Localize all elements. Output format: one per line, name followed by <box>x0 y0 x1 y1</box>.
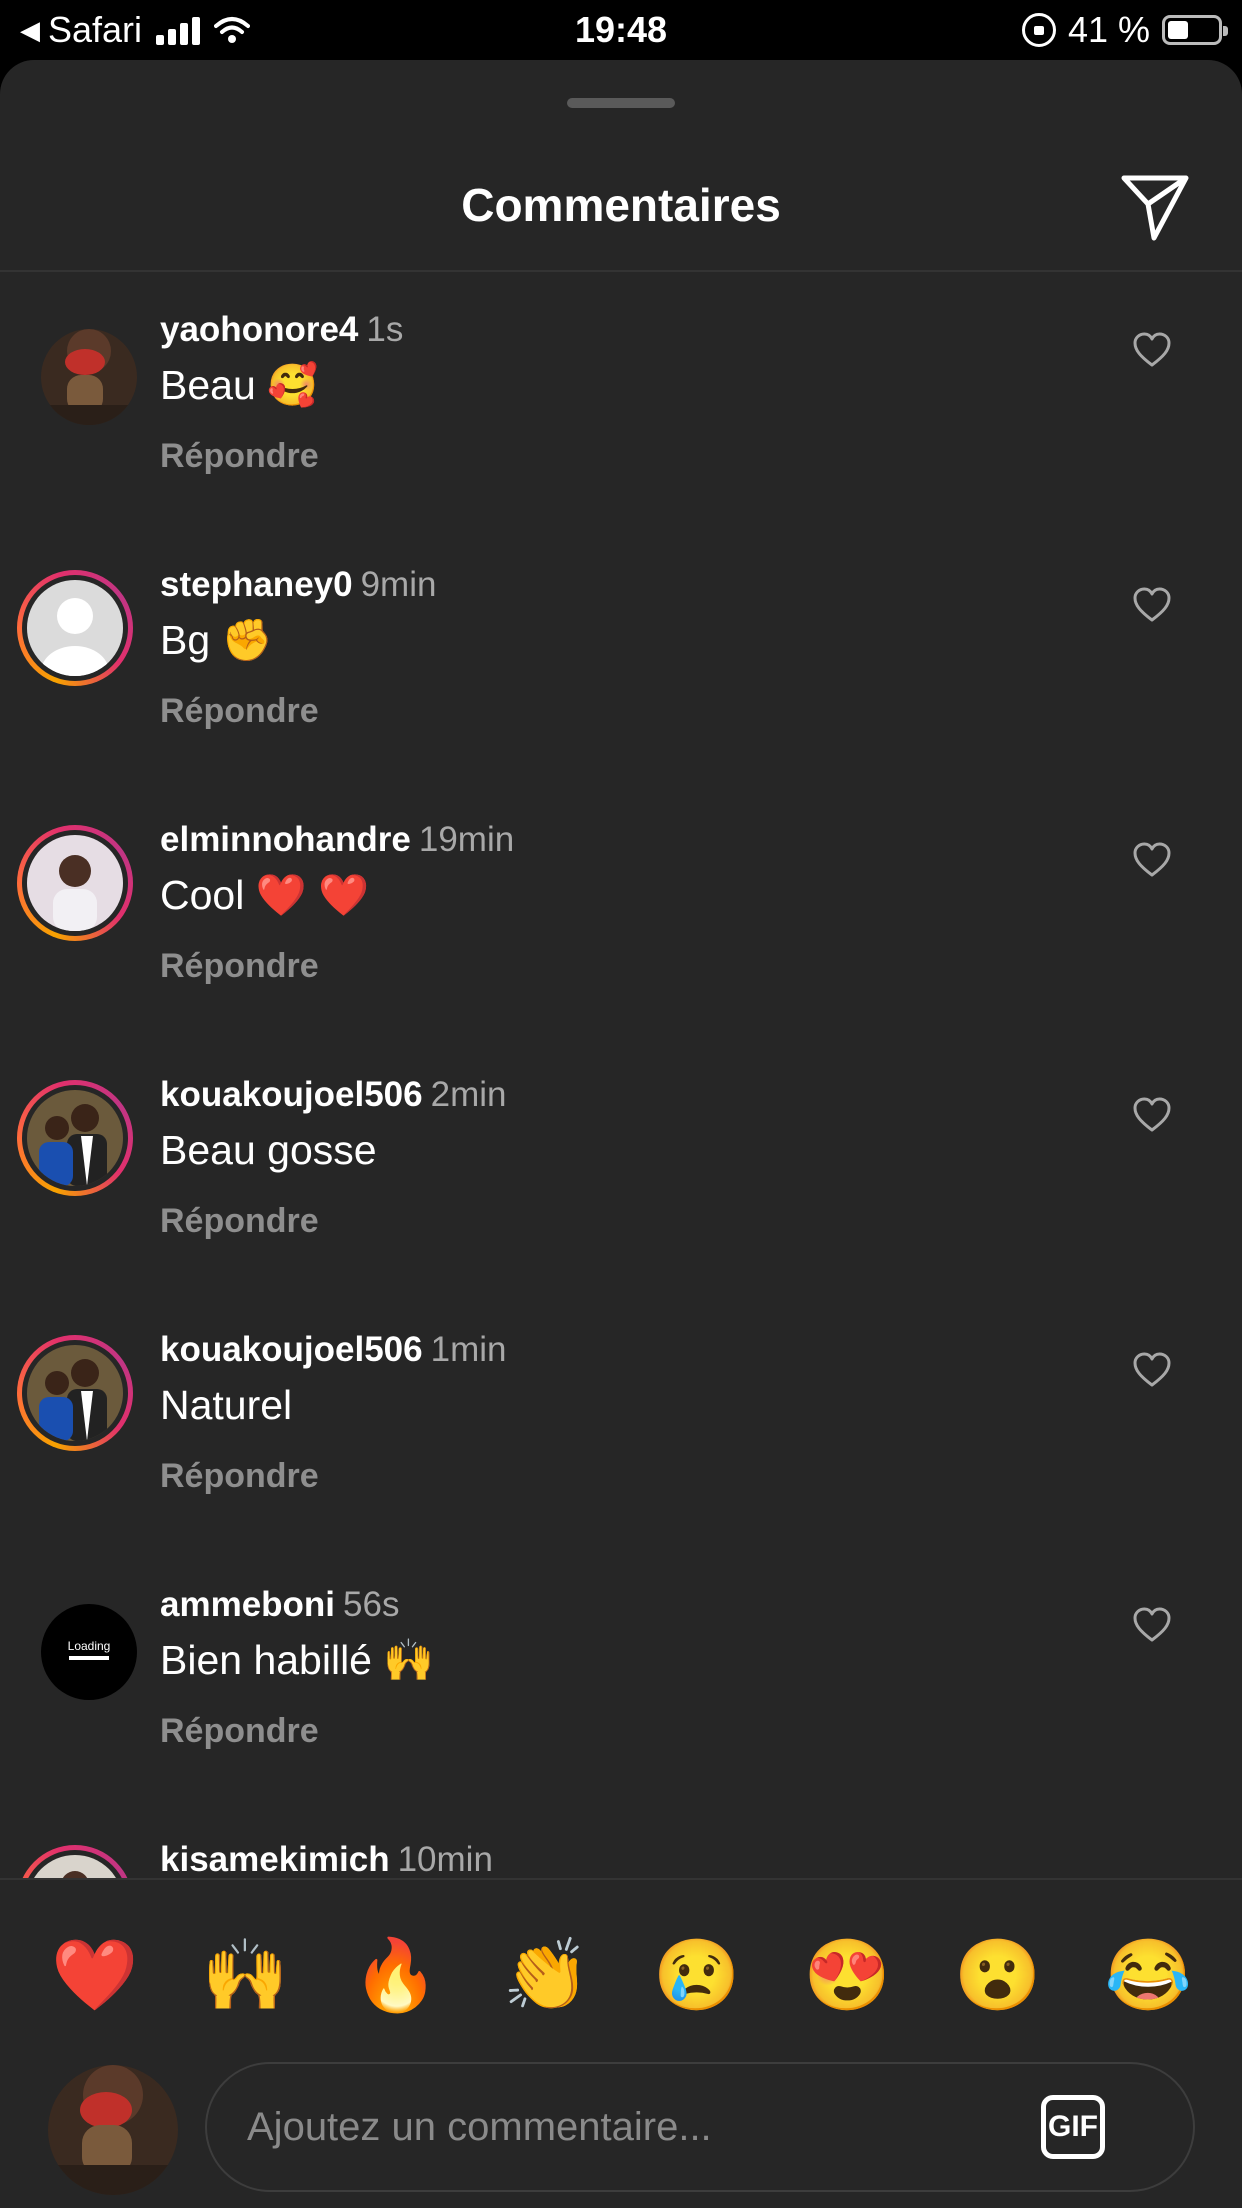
comment-time: 56s <box>343 1585 400 1624</box>
heart-icon[interactable] <box>1132 1350 1172 1390</box>
comment-row: stephaney0 9min Bg ✊ Répondre <box>0 527 1242 782</box>
reaction-fire-button[interactable]: 🔥 <box>341 1920 451 2030</box>
comment-avatar[interactable] <box>17 1080 133 1196</box>
comment-meta: kisamekimich 10min <box>160 1840 493 1878</box>
comment-row: Loading ammeboni 56s Bien habillé 🙌 Répondre <box>0 1547 1242 1802</box>
reaction-raising-hands-button[interactable]: 🙌 <box>191 1920 301 2030</box>
comment-text: Cool ❤️ ❤️ <box>160 872 370 918</box>
avatar <box>27 835 123 931</box>
comment-username[interactable]: stephaney0 <box>160 565 353 604</box>
heart-icon[interactable] <box>1132 330 1172 370</box>
orientation-lock-icon <box>1021 13 1056 47</box>
comment-time: 10min <box>397 1840 493 1878</box>
comment-avatar[interactable] <box>17 825 133 941</box>
reaction-laughing-face-button[interactable]: 😂 <box>1094 1920 1204 2030</box>
my-avatar <box>48 2065 178 2195</box>
comment-composer: GIF <box>0 2050 1242 2200</box>
comment-text: Beau gosse <box>160 1127 377 1173</box>
avatar <box>27 580 123 676</box>
comments-header: Commentaires <box>0 150 1242 260</box>
comment-meta: stephaney0 9min <box>160 565 436 605</box>
comments-sheet: Commentaires yaohonore4 1s Beau 🥰 Répondre s… <box>0 60 1242 2208</box>
comment-text: Beau 🥰 <box>160 362 319 408</box>
reply-button[interactable]: Répondre <box>160 1712 319 1751</box>
share-send-icon[interactable] <box>1118 170 1192 244</box>
comment-row: elminnohandre 19min Cool ❤️ ❤️ Répondre <box>0 782 1242 1037</box>
battery-percent: 41 % <box>1067 9 1150 50</box>
comment-username[interactable]: kouakoujoel506 <box>160 1330 423 1369</box>
reply-button[interactable]: Répondre <box>160 692 319 731</box>
comment-time: 1s <box>366 310 404 349</box>
avatar <box>27 1855 123 1878</box>
comment-avatar[interactable] <box>17 570 133 686</box>
heart-icon[interactable] <box>1132 1605 1172 1645</box>
comments-list[interactable]: yaohonore4 1s Beau 🥰 Répondre stephaney0 9min… <box>0 272 1242 1878</box>
comment-text: Bg ✊ <box>160 617 273 663</box>
reaction-crying-face-button[interactable]: 😢 <box>642 1920 752 2030</box>
comment-avatar[interactable] <box>17 1335 133 1451</box>
heart-icon[interactable] <box>1132 585 1172 625</box>
avatar <box>41 329 137 425</box>
comment-username[interactable]: yaohonore4 <box>160 310 358 349</box>
page-title: Commentaires <box>461 179 781 231</box>
comment-meta: kouakoujoel506 1min <box>160 1330 506 1370</box>
comment-row: kisamekimich 10min <box>0 1802 1242 1878</box>
comment-avatar[interactable] <box>36 324 152 440</box>
reply-button[interactable]: Répondre <box>160 437 319 476</box>
battery-icon <box>1162 15 1228 45</box>
comment-meta: ammeboni 56s <box>160 1585 399 1625</box>
reaction-heart-button[interactable]: ❤️ <box>40 1920 150 2030</box>
comment-row: kouakoujoel506 2min Beau gosse Répondre <box>0 1037 1242 1292</box>
avatar: Loading <box>41 1604 137 1700</box>
comment-meta: kouakoujoel506 2min <box>160 1075 506 1115</box>
comment-time: 2min <box>430 1075 507 1114</box>
status-bar: ◀ Safari 19:48 41 % <box>0 0 1242 60</box>
sheet-grabber[interactable] <box>567 98 675 108</box>
comment-meta: elminnohandre 19min <box>160 820 514 860</box>
comment-text: Naturel <box>160 1382 293 1428</box>
comment-username[interactable]: ammeboni <box>160 1585 335 1624</box>
reaction-heart-eyes-button[interactable]: 😍 <box>793 1920 903 2030</box>
comment-avatar[interactable]: Loading <box>36 1599 152 1715</box>
reply-button[interactable]: Répondre <box>160 947 319 986</box>
quick-reactions-bar: ❤️ 🙌 🔥 👏 😢 😍 😮 😂 <box>0 1920 1242 2030</box>
reply-button[interactable]: Répondre <box>160 1457 319 1496</box>
avatar <box>27 1345 123 1441</box>
heart-icon[interactable] <box>1132 840 1172 880</box>
comment-username[interactable]: kisamekimich <box>160 1840 390 1878</box>
comment-username[interactable]: kouakoujoel506 <box>160 1075 423 1114</box>
status-right: 41 % <box>1021 8 1228 52</box>
comment-row: yaohonore4 1s Beau 🥰 Répondre <box>0 272 1242 527</box>
reply-button[interactable]: Répondre <box>160 1202 319 1241</box>
reaction-clapping-hands-button[interactable]: 👏 <box>492 1920 602 2030</box>
heart-icon[interactable] <box>1132 1095 1172 1135</box>
avatar <box>27 1090 123 1186</box>
comment-time: 1min <box>430 1330 507 1369</box>
reaction-surprised-face-button[interactable]: 😮 <box>943 1920 1053 2030</box>
comment-text: Bien habillé 🙌 <box>160 1637 435 1683</box>
comment-avatar[interactable] <box>17 1845 133 1878</box>
comment-time: 9min <box>360 565 437 604</box>
comment-time: 19min <box>418 820 515 859</box>
comment-row: kouakoujoel506 1min Naturel Répondre <box>0 1292 1242 1547</box>
composer-divider <box>0 1878 1242 1880</box>
comment-meta: yaohonore4 1s <box>160 310 403 350</box>
gif-button[interactable]: GIF <box>1041 2095 1105 2159</box>
comment-username[interactable]: elminnohandre <box>160 820 411 859</box>
avatar-loading-text: Loading <box>68 1639 111 1653</box>
